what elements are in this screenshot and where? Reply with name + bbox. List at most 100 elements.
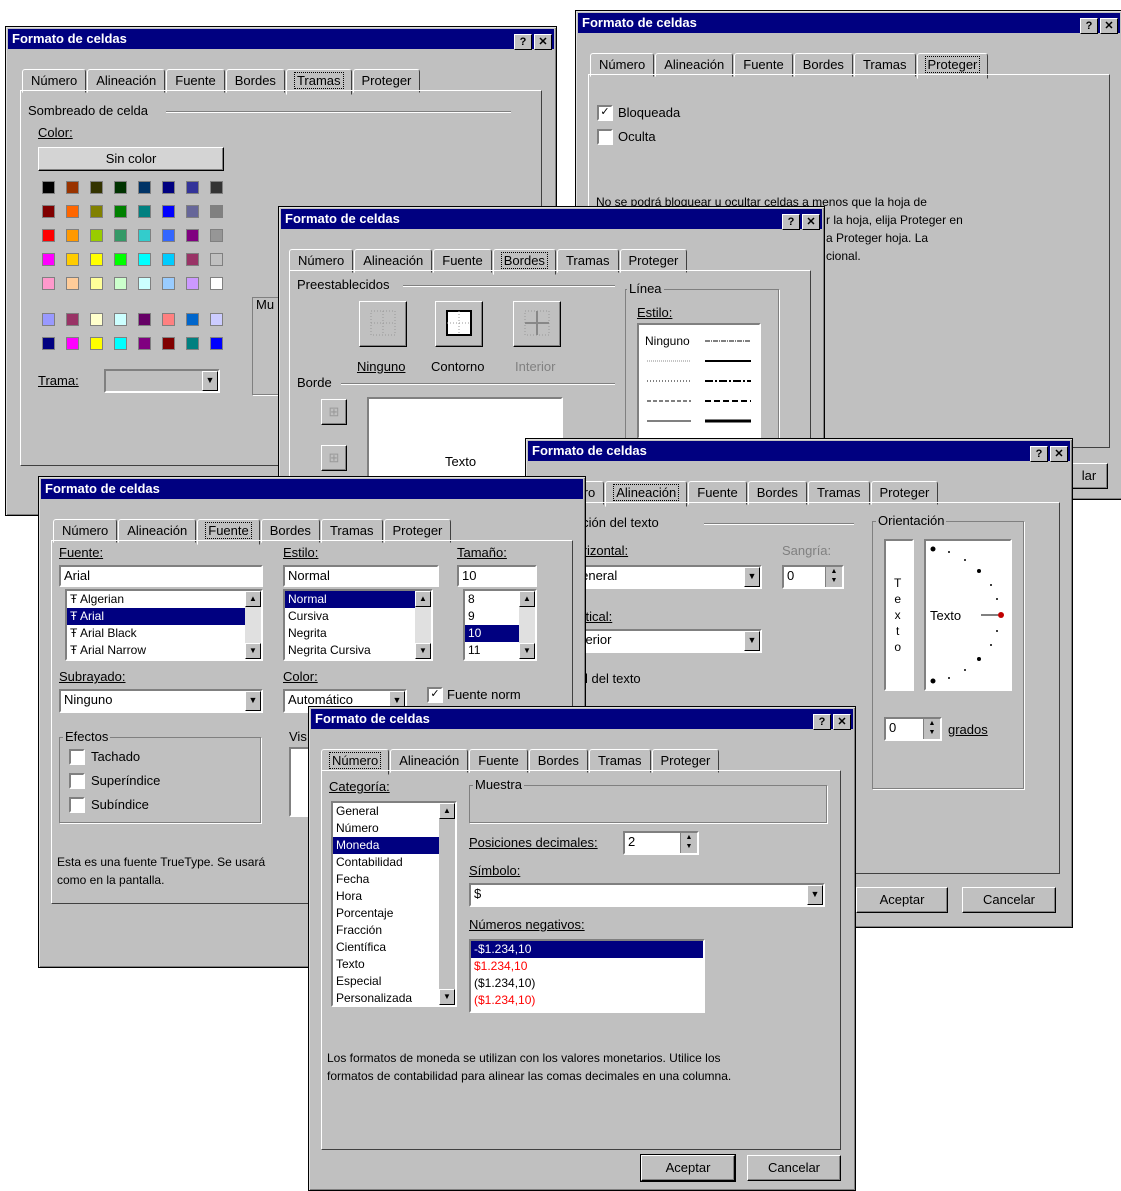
sangria-spinner[interactable]: 0 ▲ ▼ — [782, 565, 844, 589]
color-swatch[interactable] — [162, 181, 175, 194]
scrollbar[interactable]: ▲ ▼ — [439, 803, 455, 1005]
spinner-arrows-icon[interactable]: ▲ ▼ — [825, 567, 842, 587]
color-swatch[interactable] — [186, 277, 199, 290]
color-swatch[interactable] — [162, 313, 175, 326]
border-middle-button[interactable]: ⊞ — [321, 445, 347, 471]
list-item[interactable]: Moneda — [333, 837, 455, 854]
color-swatch[interactable] — [138, 277, 151, 290]
color-swatch[interactable] — [210, 313, 223, 326]
list-item[interactable]: ($1.234,10) — [471, 975, 703, 992]
preset-none-button[interactable] — [359, 301, 407, 347]
color-swatch[interactable] — [186, 313, 199, 326]
color-swatch[interactable] — [186, 337, 199, 350]
color-swatch[interactable] — [42, 181, 55, 194]
subrayado-combo[interactable]: Ninguno ▼ — [59, 689, 263, 713]
title-bar[interactable]: Formato de celdas ? ✕ — [8, 29, 554, 50]
estilo-input[interactable]: Normal — [283, 565, 439, 587]
color-swatch[interactable] — [138, 313, 151, 326]
color-swatch[interactable] — [90, 253, 103, 266]
color-swatch[interactable] — [138, 229, 151, 242]
color-swatch[interactable] — [210, 337, 223, 350]
spinner-arrows-icon[interactable]: ▲ ▼ — [680, 833, 697, 853]
color-swatch[interactable] — [114, 229, 127, 242]
color-swatch[interactable] — [90, 337, 103, 350]
color-swatch[interactable] — [42, 253, 55, 266]
color-swatch[interactable] — [210, 229, 223, 242]
trama-combo[interactable]: ▼ — [104, 369, 220, 393]
color-swatch[interactable] — [114, 277, 127, 290]
color-swatch[interactable] — [210, 205, 223, 218]
close-button[interactable]: ✕ — [534, 34, 552, 50]
vertical-combo[interactable]: Inferior ▼ — [566, 629, 762, 653]
title-bar[interactable]: Formato de celdas ? ✕ — [311, 709, 853, 730]
color-swatch[interactable] — [90, 181, 103, 194]
list-item[interactable]: Número — [333, 820, 455, 837]
scroll-down-icon[interactable]: ▼ — [415, 643, 431, 659]
tamano-list[interactable]: 8 9 10 11 ▲ ▼ — [463, 589, 537, 661]
scroll-up-icon[interactable]: ▲ — [245, 591, 261, 607]
color-swatch[interactable] — [114, 337, 127, 350]
color-swatch[interactable] — [90, 277, 103, 290]
categoria-list[interactable]: General Número Moneda Contabilidad Fecha Hora… — [331, 801, 457, 1007]
color-swatch[interactable] — [66, 229, 79, 242]
list-item[interactable]: Normal — [285, 591, 431, 608]
chevron-down-icon[interactable]: ▼ — [807, 885, 823, 905]
fuente-normal-checkbox[interactable]: ✓ — [427, 687, 443, 703]
list-item[interactable]: Negrita Cursiva — [285, 642, 431, 659]
superindice-checkbox[interactable] — [69, 773, 85, 789]
color-swatch[interactable] — [66, 253, 79, 266]
scroll-up-icon[interactable]: ▲ — [415, 591, 431, 607]
color-swatch[interactable] — [42, 313, 55, 326]
tachado-checkbox[interactable] — [69, 749, 85, 765]
fuente-input[interactable]: Arial — [59, 565, 263, 587]
orientation-dial[interactable]: Texto — [924, 539, 1012, 691]
scroll-down-icon[interactable]: ▼ — [245, 643, 261, 659]
help-button[interactable]: ? — [514, 34, 532, 50]
color-swatch[interactable] — [66, 337, 79, 350]
help-button[interactable]: ? — [1030, 446, 1048, 462]
list-item[interactable]: Hora — [333, 888, 455, 905]
title-bar[interactable]: Formato de celdas ? ✕ — [528, 441, 1070, 462]
chevron-down-icon[interactable]: ▼ — [202, 371, 218, 391]
oculta-checkbox[interactable] — [597, 129, 613, 145]
vertical-text-box[interactable]: Texto — [884, 539, 914, 691]
close-button[interactable]: ✕ — [1100, 18, 1118, 34]
color-swatch[interactable] — [162, 253, 175, 266]
list-item[interactable]: Ŧ Arial — [67, 608, 261, 625]
color-swatch[interactable] — [42, 229, 55, 242]
color-swatch[interactable] — [162, 205, 175, 218]
scrollbar[interactable]: ▲ ▼ — [245, 591, 261, 659]
list-item[interactable]: Porcentaje — [333, 905, 455, 922]
color-swatch[interactable] — [42, 205, 55, 218]
list-item[interactable]: $1.234,10 — [471, 958, 703, 975]
title-bar[interactable]: Formato de celdas — [41, 479, 583, 499]
close-button[interactable]: ✕ — [1050, 446, 1068, 462]
simbolo-combo[interactable]: $ ▼ — [469, 883, 825, 907]
list-item[interactable]: Ŧ Arial Narrow — [67, 642, 261, 659]
horizontal-combo[interactable]: General ▼ — [566, 565, 762, 589]
scroll-up-icon[interactable]: ▲ — [439, 803, 455, 819]
color-swatch[interactable] — [42, 337, 55, 350]
color-swatch[interactable] — [138, 253, 151, 266]
list-item[interactable]: Fecha — [333, 871, 455, 888]
aceptar-button[interactable]: Aceptar — [856, 887, 948, 913]
color-swatch[interactable] — [90, 205, 103, 218]
color-swatch[interactable] — [114, 313, 127, 326]
preset-inside-button[interactable] — [513, 301, 561, 347]
color-swatch[interactable] — [90, 313, 103, 326]
scroll-down-icon[interactable]: ▼ — [439, 989, 455, 1005]
subindice-checkbox[interactable] — [69, 797, 85, 813]
list-item[interactable]: Cursiva — [285, 608, 431, 625]
close-button[interactable]: ✕ — [833, 714, 851, 730]
scrollbar[interactable]: ▲ ▼ — [415, 591, 431, 659]
color-swatch[interactable] — [186, 181, 199, 194]
list-item[interactable]: Ŧ Algerian — [67, 591, 261, 608]
title-bar[interactable]: Formato de celdas ? ✕ — [281, 209, 822, 230]
spinner-arrows-icon[interactable]: ▲ ▼ — [923, 719, 940, 739]
color-swatch[interactable] — [66, 205, 79, 218]
color-swatch[interactable] — [186, 205, 199, 218]
list-item[interactable]: ($1.234,10) — [471, 992, 703, 1009]
list-item[interactable]: Especial — [333, 973, 455, 990]
list-item[interactable]: Contabilidad — [333, 854, 455, 871]
color-swatch[interactable] — [162, 277, 175, 290]
